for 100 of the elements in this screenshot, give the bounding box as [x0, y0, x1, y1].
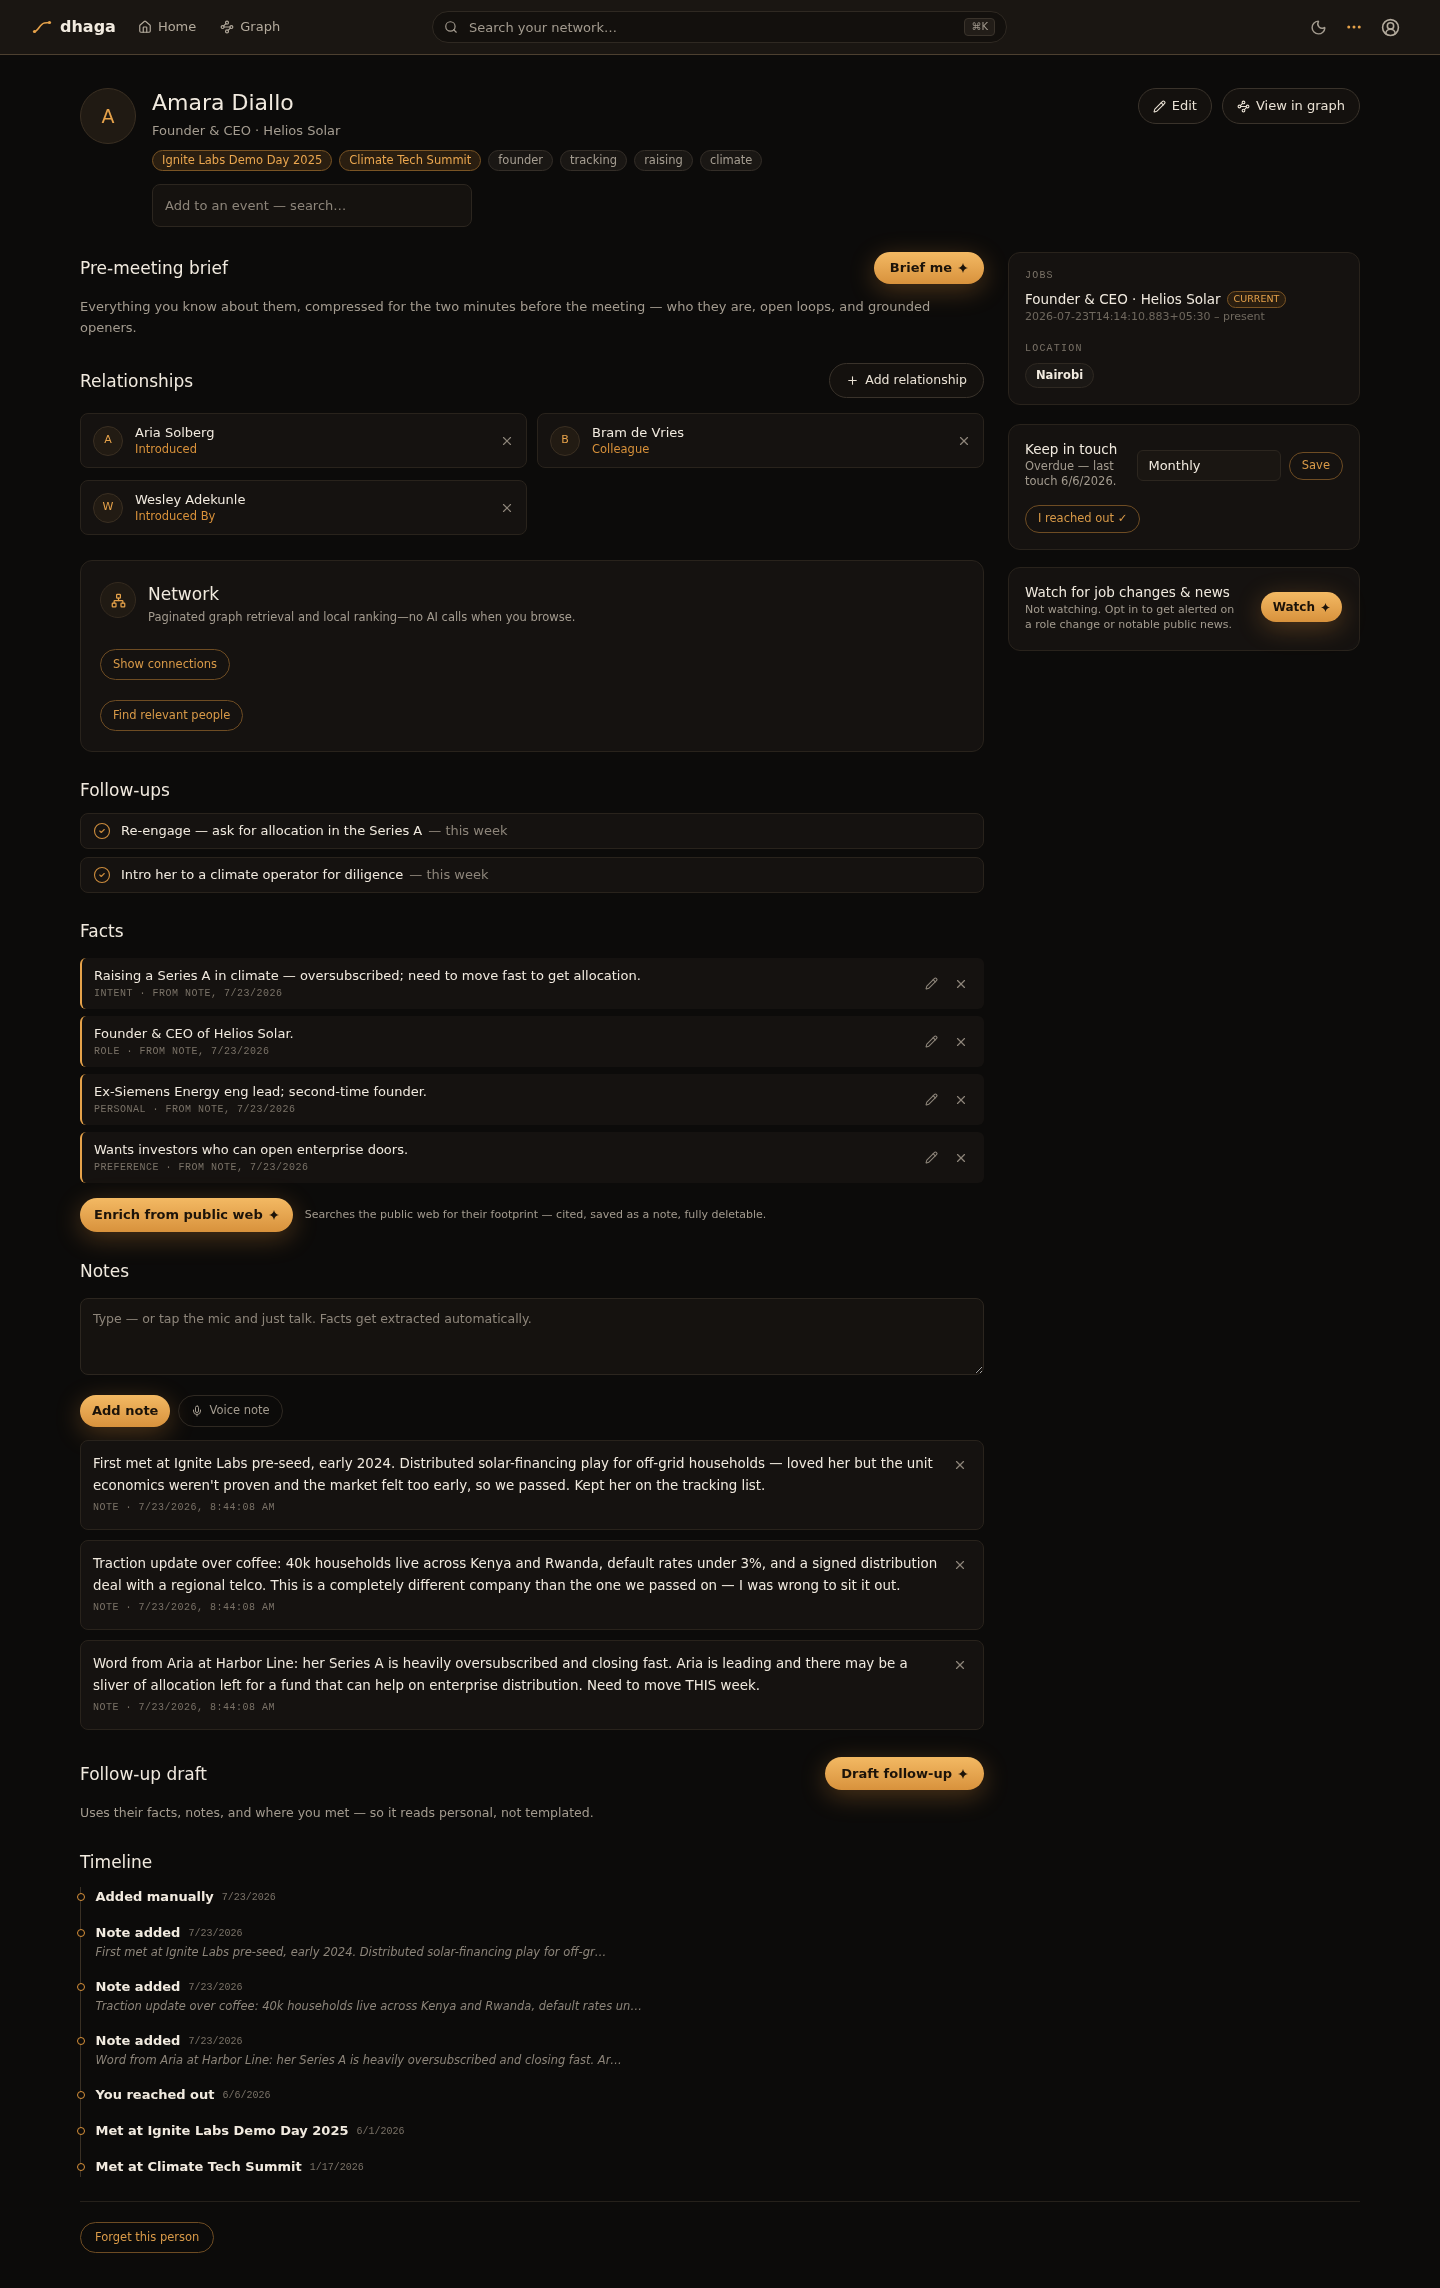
- watch-button[interactable]: Watch: [1260, 592, 1342, 622]
- edit-button[interactable]: Edit: [1137, 88, 1212, 124]
- note-meta: NOTE · 7/23/2026, 8:44:08 AM: [93, 1601, 277, 1615]
- check-circle-icon[interactable]: [93, 866, 111, 884]
- note-text: Word from Aria at Harbor Line: her Series A is heavily oversubscribed and closing fast. Aria is leading and there may be a sliver of allocation left for a fund that can help on enterprise distribution. Need to move THIS week.: [93, 1655, 909, 1695]
- timeline-date: 1/17/2026: [309, 2160, 364, 2175]
- field-label: LOCATION: [1025, 342, 1084, 356]
- timeline-date: 6/1/2026: [356, 2124, 405, 2139]
- event-tag[interactable]: Ignite Labs Demo Day 2025: [152, 150, 333, 171]
- sparkle-icon: [958, 1768, 968, 1779]
- touch-status: Overdue — last touch 6/6/2026.: [1025, 459, 1118, 489]
- section-title: Relationships: [80, 369, 194, 393]
- tag-chip[interactable]: founder: [488, 150, 554, 171]
- check-circle-icon[interactable]: [93, 822, 111, 840]
- due-label: — this week: [428, 822, 508, 841]
- event-search-field[interactable]: Add to an event — search…: [152, 184, 472, 227]
- plus-icon: [846, 374, 860, 387]
- nav-link[interactable]: Graph: [220, 17, 281, 37]
- person-name: Amara Diallo: [152, 89, 295, 117]
- timeline-date: 7/23/2026: [221, 1890, 276, 1905]
- location-chip: Nairobi: [1025, 363, 1095, 388]
- moon-icon[interactable]: [1310, 18, 1327, 36]
- follow-up-text: Intro her to a climate operator for diligence: [121, 866, 404, 885]
- follow-up-text: Re-engage — ask for allocation in the Series A: [121, 822, 423, 841]
- draft-description: Uses their facts, notes, and where you met — so it reads personal, not templated.: [80, 1804, 595, 1822]
- frequency-field[interactable]: Monthly: [1137, 450, 1281, 481]
- relation-label: Introduced: [135, 441, 198, 457]
- relation-label: Introduced By: [135, 508, 217, 524]
- user-icon[interactable]: [1381, 17, 1400, 37]
- note-text: Traction update over coffee: 40k households live across Kenya and Rwanda, default rates under 3%, and a signed distribution deal with a regional telco. This is a completely different company than the one we passed on — I was wrong to sit it out.: [93, 1555, 939, 1595]
- section-title: Timeline: [80, 1851, 154, 1874]
- pencil-icon: [1152, 99, 1166, 113]
- tag-chip[interactable]: climate: [699, 150, 763, 171]
- timeline-event-title: Met at Climate Tech Summit: [95, 2158, 302, 2177]
- timeline-event-title: Note added: [95, 2032, 181, 2051]
- nodes-icon: [1236, 99, 1250, 113]
- note-meta: NOTE · 7/23/2026, 8:44:08 AM: [93, 1501, 277, 1515]
- timeline-excerpt: Traction update over coffee: 40k households live across Kenya and Rwanda, default rates un…: [95, 1998, 642, 2015]
- close-icon[interactable]: [953, 1458, 967, 1472]
- contact-name: Aria Solberg: [135, 424, 216, 441]
- timeline-date: 7/23/2026: [188, 2034, 243, 2049]
- timeline-event-title: Note added: [95, 1978, 181, 1997]
- logo-icon: [32, 20, 52, 34]
- microphone-icon: [191, 1405, 204, 1417]
- avatar-initial: B: [550, 425, 580, 456]
- draft-follow-up-button[interactable]: Draft follow-up: [825, 1757, 984, 1790]
- enrich-button[interactable]: Enrich from public web: [80, 1198, 293, 1232]
- avatar-initial: A: [93, 425, 123, 456]
- note-meta: NOTE · 7/23/2026, 8:44:08 AM: [93, 1701, 277, 1715]
- tag-chip[interactable]: raising: [634, 150, 693, 171]
- relationship-card[interactable]: W Wesley Adekunle Introduced By: [80, 480, 527, 535]
- view-in-graph-button[interactable]: View in graph: [1221, 88, 1360, 124]
- shortcut-hint: ⌘K: [964, 18, 995, 36]
- fact-text: Raising a Series A in climate — oversubscribed; need to move fast to get allocation.: [94, 966, 642, 985]
- note-text: First met at Ignite Labs pre-seed, early 2024. Distributed solar-financing play for off-grid households — loved her but the unit economics weren't proven and the market felt too early, so we passed. Kept her on the tracking list.: [93, 1455, 934, 1495]
- avatar-initial: A: [80, 88, 136, 144]
- card-title: Keep in touch: [1025, 440, 1119, 459]
- close-icon[interactable]: [953, 1658, 967, 1672]
- brief-me-button[interactable]: Brief me: [873, 252, 984, 284]
- add-note-button[interactable]: Add note: [80, 1395, 171, 1427]
- person-subtitle: Founder & CEO · Helios Solar: [152, 122, 342, 140]
- note-input[interactable]: Type — or tap the mic and just talk. Facts get extracted automatically.: [80, 1298, 984, 1375]
- nav-link[interactable]: Home: [137, 17, 197, 37]
- timeline-date: 7/23/2026: [188, 1926, 243, 1941]
- relation-label: Colleague: [592, 441, 651, 457]
- section-title: Pre-meeting brief: [80, 257, 228, 280]
- timeline-event-title: Added manually: [95, 1888, 214, 1907]
- section-title: Follow-up draft: [80, 1762, 207, 1786]
- pencil-icon[interactable]: [925, 1035, 938, 1048]
- pencil-icon[interactable]: [925, 1151, 938, 1164]
- fact-meta: INTENT · FROM NOTE, 7/23/2026: [94, 986, 284, 1001]
- event-tag[interactable]: Climate Tech Summit: [339, 150, 482, 171]
- search-icon: [444, 20, 458, 34]
- contact-name: Wesley Adekunle: [135, 491, 247, 508]
- brand-name[interactable]: dhaga: [60, 15, 116, 39]
- pencil-icon[interactable]: [925, 1093, 938, 1106]
- section-title: Follow-ups: [80, 779, 171, 802]
- watch-description: Not watching. Opt in to get alerted on a role change or notable public news.: [1025, 602, 1236, 632]
- timeline-excerpt: First met at Ignite Labs pre-seed, early 2024. Distributed solar-financing play for off-gr…: [95, 1944, 607, 1961]
- field-label: JOBS: [1025, 269, 1055, 283]
- sparkle-icon: [268, 1210, 279, 1220]
- add-relationship-button[interactable]: Add relationship: [829, 363, 984, 398]
- sparkle-icon: [958, 263, 968, 273]
- relationship-card[interactable]: B Bram de Vries Colleague: [537, 413, 984, 468]
- fact-text: Wants investors who can open enterprise doors.: [94, 1140, 410, 1159]
- close-icon[interactable]: [953, 1558, 967, 1572]
- relationship-card[interactable]: A Aria Solberg Introduced: [80, 413, 527, 468]
- nodes-icon: [220, 20, 235, 34]
- brief-description: Everything you know about them, compressed for the two minutes before the meeting — who they are, open loops, and grounded openers.: [80, 298, 932, 337]
- fact-meta: ROLE · FROM NOTE, 7/23/2026: [94, 1044, 271, 1059]
- timeline-date: 7/23/2026: [188, 1980, 243, 1995]
- card-description: Paginated graph retrieval and local ranking—no AI calls when you browse.: [148, 609, 576, 625]
- timeline-event-title: Met at Ignite Labs Demo Day 2025: [95, 2122, 349, 2141]
- home-icon: [137, 20, 152, 34]
- due-label: — this week: [409, 866, 489, 885]
- tag-chip[interactable]: tracking: [560, 150, 628, 171]
- pencil-icon[interactable]: [925, 977, 938, 990]
- sparkle-icon: [1321, 602, 1330, 612]
- section-title: Facts: [80, 920, 125, 943]
- current-badge: CURRENT: [1226, 290, 1287, 308]
